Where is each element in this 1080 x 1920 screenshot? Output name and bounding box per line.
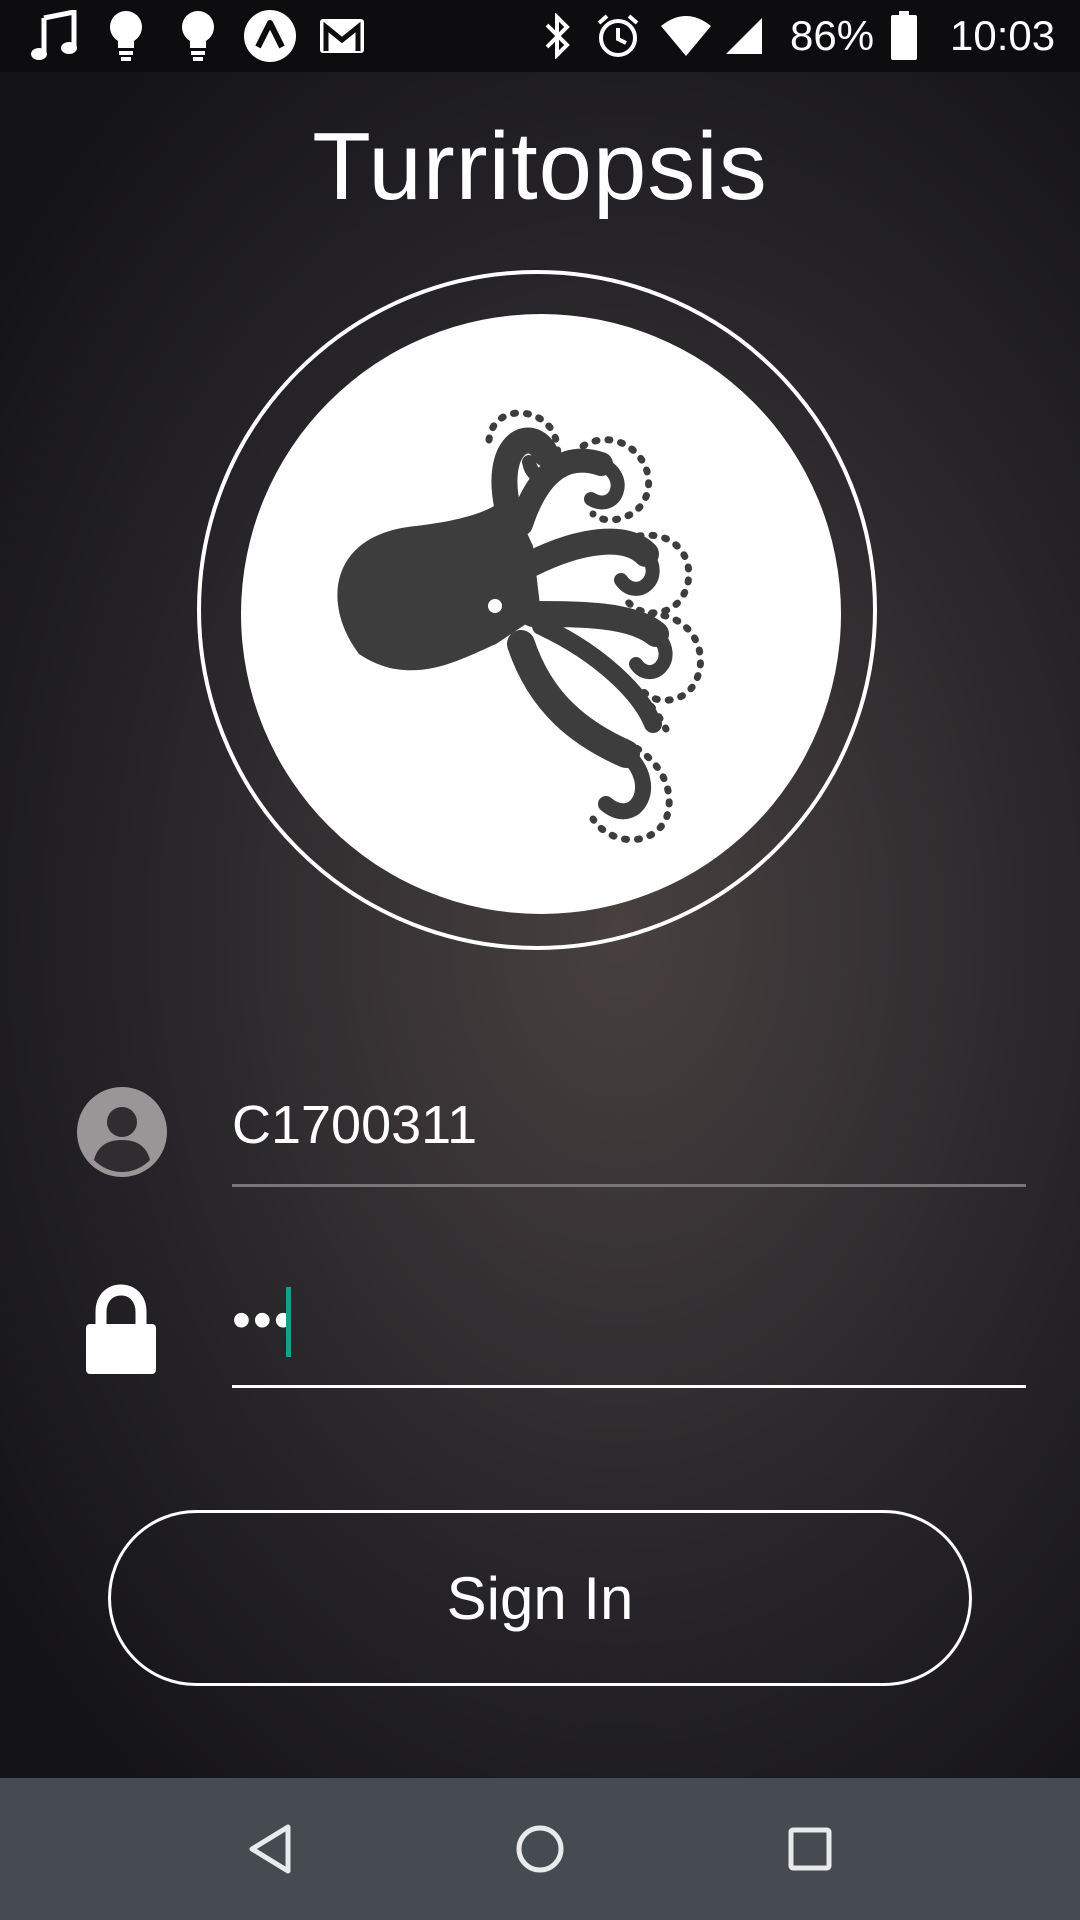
- back-icon[interactable]: [200, 1778, 340, 1920]
- app-title: Turritopsis: [312, 113, 768, 220]
- assistant-icon: [242, 0, 298, 72]
- navigation-bar: [0, 1778, 1080, 1920]
- lightbulb-icon: [176, 0, 220, 72]
- battery-icon: [888, 0, 920, 72]
- cell-signal-icon: [724, 0, 764, 72]
- text-caret: [286, 1287, 291, 1357]
- password-input[interactable]: [232, 1290, 1026, 1350]
- username-input[interactable]: [232, 1090, 1026, 1160]
- login-screen: 86% 10:03 Turritopsis .t { stroke:#3d3d3…: [0, 0, 1080, 1920]
- username-underline: [232, 1184, 1026, 1187]
- clock: 10:03: [950, 12, 1056, 59]
- password-underline: [232, 1385, 1026, 1388]
- home-icon[interactable]: [470, 1778, 610, 1920]
- gmail-icon: [318, 0, 366, 72]
- sign-in-button[interactable]: Sign In: [108, 1510, 972, 1686]
- user-avatar-icon: [76, 1086, 168, 1183]
- bluetooth-icon: [540, 0, 576, 72]
- octopus-logo: .t { stroke:#3d3d3d; fill:none; stroke-l…: [241, 314, 841, 914]
- music-note-icon: [26, 0, 82, 72]
- sign-in-label: Sign In: [446, 1564, 634, 1632]
- battery-percent: 86%: [790, 12, 875, 59]
- recents-icon[interactable]: [740, 1778, 880, 1920]
- lightbulb-icon: [104, 0, 148, 72]
- status-bar: 86% 10:03: [0, 0, 1080, 72]
- wifi-icon: [660, 0, 712, 72]
- alarm-icon: [594, 0, 642, 72]
- lock-icon: [86, 1284, 156, 1379]
